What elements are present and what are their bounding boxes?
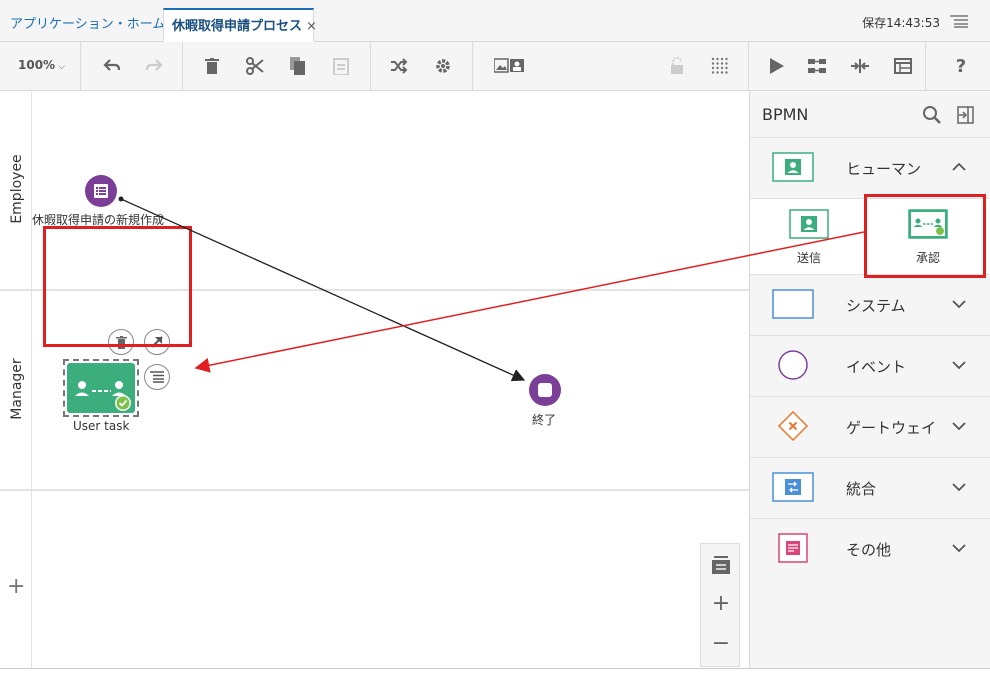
approve-user-icon	[75, 381, 131, 411]
palette-title: BPMN	[762, 105, 809, 124]
stop-icon	[538, 383, 552, 397]
merge-icon[interactable]	[850, 56, 870, 76]
tab-application-home[interactable]: アプリケーション・ホーム	[0, 8, 175, 42]
category-label-other: その他	[846, 541, 892, 559]
form-icon	[94, 184, 108, 198]
palette-item-submit[interactable]: 送信	[779, 209, 839, 266]
human-task-icon	[772, 152, 814, 182]
run-icon[interactable]	[767, 56, 787, 76]
palette-category-other[interactable]: その他	[750, 518, 990, 579]
start-event[interactable]	[85, 175, 117, 207]
category-label-event: イベント	[846, 358, 907, 376]
undo-icon[interactable]	[102, 56, 122, 76]
palette-category-event[interactable]: イベント	[750, 335, 990, 396]
chevron-up-icon[interactable]	[952, 162, 966, 172]
category-label-gateway: ゲートウェイ	[846, 419, 937, 437]
delete-icon[interactable]	[202, 56, 222, 76]
tab-close-icon[interactable]: ×	[306, 19, 317, 34]
tab-process[interactable]: 休暇取得申請プロセス ×	[163, 8, 317, 42]
user-task-label: User task	[73, 419, 130, 433]
palette-category-integration[interactable]: 統合	[750, 457, 990, 518]
chevron-down-icon[interactable]	[952, 299, 966, 309]
lane-header-employee[interactable]: Employee	[0, 91, 32, 289]
add-lane-button[interactable]: +	[7, 576, 25, 598]
zoom-value: 100%	[18, 58, 56, 72]
system-task-icon	[772, 289, 814, 319]
bpmn-palette: BPMN ヒューマン 送信 承認 システム イベント ゲートウェイ 統合 その他	[749, 91, 990, 668]
zoom-select[interactable]: 100% ⌵	[18, 58, 65, 72]
palette-category-gateway[interactable]: ゲートウェイ	[750, 396, 990, 457]
footer-strip	[0, 668, 990, 680]
zoom-out-button[interactable]: −	[710, 631, 732, 656]
lane-label-manager: Manager	[9, 358, 25, 420]
validate-icon[interactable]	[807, 56, 827, 76]
tab-process-label: 休暇取得申請プロセス	[172, 19, 303, 34]
process-canvas[interactable]: Employee Manager + 休暇取得申請の新規作成 終了 User t…	[0, 91, 749, 668]
paste-icon[interactable]	[331, 56, 351, 76]
lock-icon[interactable]	[667, 56, 687, 76]
palette-category-human[interactable]: ヒューマン	[750, 137, 990, 198]
item-label-submit: 送信	[796, 251, 821, 265]
copy-icon[interactable]	[288, 56, 308, 76]
chevron-down-icon[interactable]	[952, 543, 966, 553]
category-label-system: システム	[846, 297, 906, 315]
end-event[interactable]	[529, 374, 561, 406]
help-icon[interactable]: ?	[951, 56, 971, 77]
image-icon[interactable]	[494, 56, 524, 76]
toolbar: 100% ⌵ ?	[0, 42, 990, 91]
annotation-highlight-approve	[864, 194, 986, 278]
lane-divider	[0, 489, 749, 491]
redo-icon[interactable]	[144, 56, 164, 76]
zoom-in-button[interactable]: +	[710, 591, 732, 616]
table-icon[interactable]	[893, 56, 913, 76]
end-event-label: 終了	[532, 413, 557, 427]
menu-icon[interactable]	[950, 14, 968, 28]
fit-view-icon[interactable]	[710, 554, 732, 576]
grid-icon[interactable]	[710, 56, 730, 76]
chevron-down-icon[interactable]	[952, 421, 966, 431]
chevron-down-icon[interactable]	[952, 360, 966, 370]
integration-icon	[772, 472, 814, 502]
list-icon	[150, 371, 164, 383]
user-task[interactable]	[63, 359, 139, 417]
event-icon	[778, 350, 808, 380]
save-status: 保存14:43:53	[862, 16, 940, 30]
category-label-human: ヒューマン	[846, 160, 922, 178]
gateway-icon	[777, 411, 809, 441]
tab-home-label: アプリケーション・ホーム	[10, 17, 166, 32]
lane-label-employee: Employee	[9, 154, 25, 224]
tab-bar: アプリケーション・ホーム 休暇取得申請プロセス × 保存14:43:53	[0, 0, 990, 42]
chevron-down-icon[interactable]	[952, 482, 966, 492]
lane-header-manager[interactable]: Manager	[0, 291, 32, 489]
settings-icon[interactable]	[433, 56, 453, 76]
note-icon	[778, 533, 808, 563]
search-icon[interactable]	[922, 105, 942, 125]
shuffle-icon[interactable]	[389, 56, 409, 76]
annotation-highlight-task	[43, 226, 192, 347]
zoom-panel: + −	[700, 543, 740, 667]
palette-category-system[interactable]: システム	[750, 274, 990, 335]
task-properties-button[interactable]	[144, 364, 170, 390]
collapse-panel-icon[interactable]	[955, 105, 975, 125]
category-label-integration: 統合	[846, 480, 877, 498]
submit-task-icon	[789, 209, 829, 239]
cut-icon[interactable]	[245, 56, 265, 76]
